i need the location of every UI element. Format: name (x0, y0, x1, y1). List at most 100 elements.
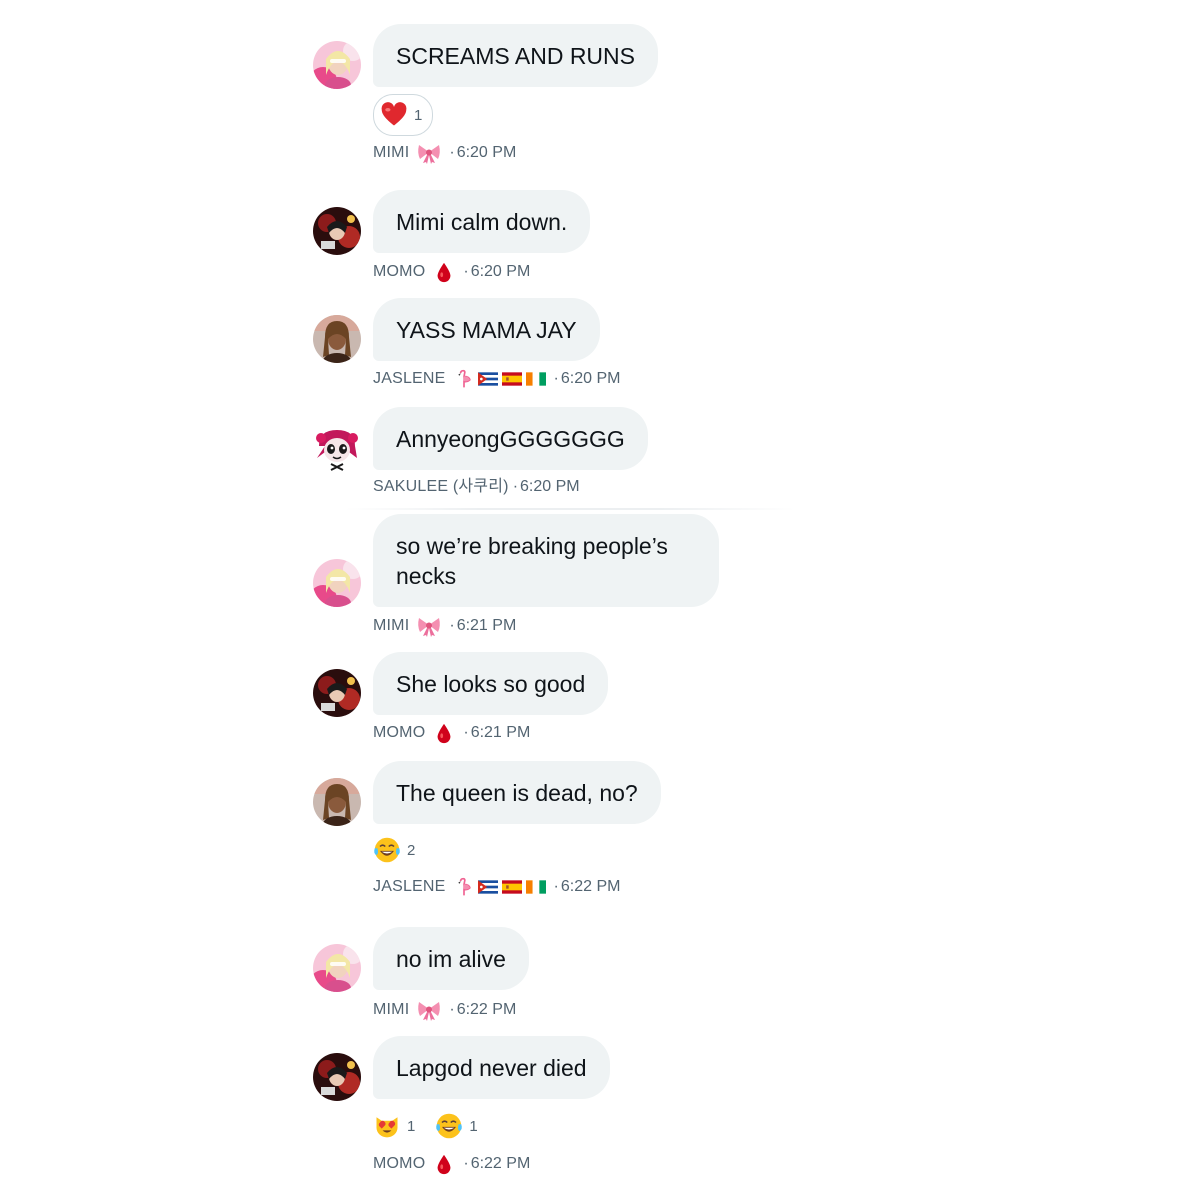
timestamp: 6:20 PM (470, 263, 531, 280)
sender-name: MOMO (373, 263, 426, 280)
sender-name: MOMO (373, 1155, 426, 1172)
message-text: The queen is dead, no? (396, 780, 638, 806)
reactions: 2 (373, 830, 415, 870)
jaslene-avatar-image (313, 315, 361, 363)
separator: · (449, 144, 455, 161)
separator: · (449, 1001, 455, 1018)
timestamp: 6:20 PM (456, 144, 517, 161)
reaction-count: 2 (407, 841, 416, 859)
message-text: SCREAMS AND RUNS (396, 43, 635, 69)
message-meta: MIMI · 6:22 PM (373, 998, 516, 1022)
divider (345, 508, 795, 510)
reaction-heart-eyes-cat[interactable]: 1 (373, 1106, 415, 1146)
avatar[interactable] (313, 944, 361, 992)
momo-avatar-image (313, 207, 361, 255)
flamingo-icon (454, 369, 474, 389)
drop-of-blood-icon (433, 1153, 455, 1175)
message-bubble[interactable]: so we’re breaking people’s necks (373, 514, 719, 607)
sender-name: MIMI (373, 617, 410, 634)
message-text: She looks so good (396, 671, 586, 697)
message-text: YASS MAMA JAY (396, 317, 577, 343)
message-bubble[interactable]: Mimi calm down. (373, 190, 591, 253)
timestamp: 6:20 PM (520, 478, 580, 495)
message-bubble[interactable]: SCREAMS AND RUNS (373, 24, 658, 87)
separator: · (463, 263, 469, 280)
message-meta: MIMI · 6:20 PM (373, 141, 516, 165)
message-text: Mimi calm down. (396, 209, 568, 235)
reaction-count: 1 (414, 106, 423, 124)
reaction-count: 1 (469, 1117, 478, 1135)
separator: · (463, 724, 469, 741)
avatar[interactable] (313, 1053, 361, 1101)
reactions: 1 (373, 94, 434, 136)
message-bubble[interactable]: AnnyeongGGGGGGG (373, 407, 648, 470)
sender-name: MIMI (373, 1001, 410, 1018)
message-text: no im alive (396, 946, 506, 972)
sakulee-avatar-image (313, 424, 361, 472)
timestamp: 6:20 PM (560, 370, 621, 387)
message-bubble[interactable]: The queen is dead, no? (373, 761, 661, 824)
tears-of-joy-icon (435, 1112, 463, 1140)
momo-avatar-image (313, 1053, 361, 1101)
mimi-avatar-image (313, 559, 361, 607)
reaction-count: 1 (407, 1117, 416, 1135)
avatar[interactable] (313, 207, 361, 255)
reaction-tears-of-joy[interactable]: 2 (373, 830, 415, 870)
separator: · (449, 617, 455, 634)
ribbon-icon (417, 141, 441, 165)
message-meta: SAKULEE (사쿠리) · 6:20 PM (373, 477, 580, 497)
flag-spain-icon (502, 372, 522, 386)
avatar[interactable] (313, 669, 361, 717)
jaslene-avatar-image (313, 778, 361, 826)
avatar[interactable] (313, 315, 361, 363)
red-heart-icon (380, 101, 408, 129)
message-meta: JASLENE · 6:20 PM (373, 369, 620, 389)
flag-ivory-coast-icon (526, 880, 546, 894)
timestamp: 6:22 PM (470, 1155, 531, 1172)
ribbon-icon (417, 614, 441, 638)
drop-of-blood-icon (433, 722, 455, 744)
sender-name: MIMI (373, 144, 410, 161)
separator: · (512, 478, 519, 495)
message-bubble[interactable]: YASS MAMA JAY (373, 298, 600, 361)
sender-name: MOMO (373, 724, 426, 741)
timestamp: 6:21 PM (456, 617, 517, 634)
message-meta: MOMO · 6:20 PM (373, 261, 530, 283)
sender-name: JASLENE (373, 370, 446, 387)
separator: · (553, 878, 559, 895)
message-bubble[interactable]: Lapgod never died (373, 1036, 610, 1099)
reaction-tears-of-joy[interactable]: 1 (435, 1106, 478, 1146)
avatar[interactable] (313, 559, 361, 607)
ribbon-icon (417, 998, 441, 1022)
reactions: 1 1 (373, 1106, 478, 1146)
reaction-heart[interactable]: 1 (373, 94, 434, 136)
flag-cuba-icon (478, 880, 498, 894)
message-text: Lapgod never died (396, 1055, 587, 1081)
avatar[interactable] (313, 424, 361, 472)
flag-ivory-coast-icon (526, 372, 546, 386)
timestamp: 6:22 PM (560, 878, 621, 895)
momo-avatar-image (313, 669, 361, 717)
message-meta: JASLENE · 6:22 PM (373, 877, 620, 897)
message-bubble[interactable]: no im alive (373, 927, 529, 990)
message-meta: MIMI · 6:21 PM (373, 614, 516, 638)
sender-name: JASLENE (373, 878, 446, 895)
separator: · (463, 1155, 469, 1172)
message-meta: MOMO · 6:22 PM (373, 1153, 530, 1175)
mimi-avatar-image (313, 944, 361, 992)
sender-name: SAKULEE (사쿠리) (373, 478, 509, 495)
message-bubble[interactable]: She looks so good (373, 652, 609, 715)
avatar[interactable] (313, 41, 361, 89)
timestamp: 6:21 PM (470, 724, 531, 741)
message-meta: MOMO · 6:21 PM (373, 722, 530, 744)
tears-of-joy-icon (373, 836, 401, 864)
drop-of-blood-icon (433, 261, 455, 283)
message-text: so we’re breaking people’s necks (396, 533, 668, 589)
message-text: AnnyeongGGGGGGG (396, 426, 625, 452)
timestamp: 6:22 PM (456, 1001, 517, 1018)
heart-eyes-cat-icon (373, 1112, 401, 1140)
separator: · (553, 370, 559, 387)
avatar[interactable] (313, 778, 361, 826)
flamingo-icon (454, 877, 474, 897)
flag-spain-icon (502, 880, 522, 894)
